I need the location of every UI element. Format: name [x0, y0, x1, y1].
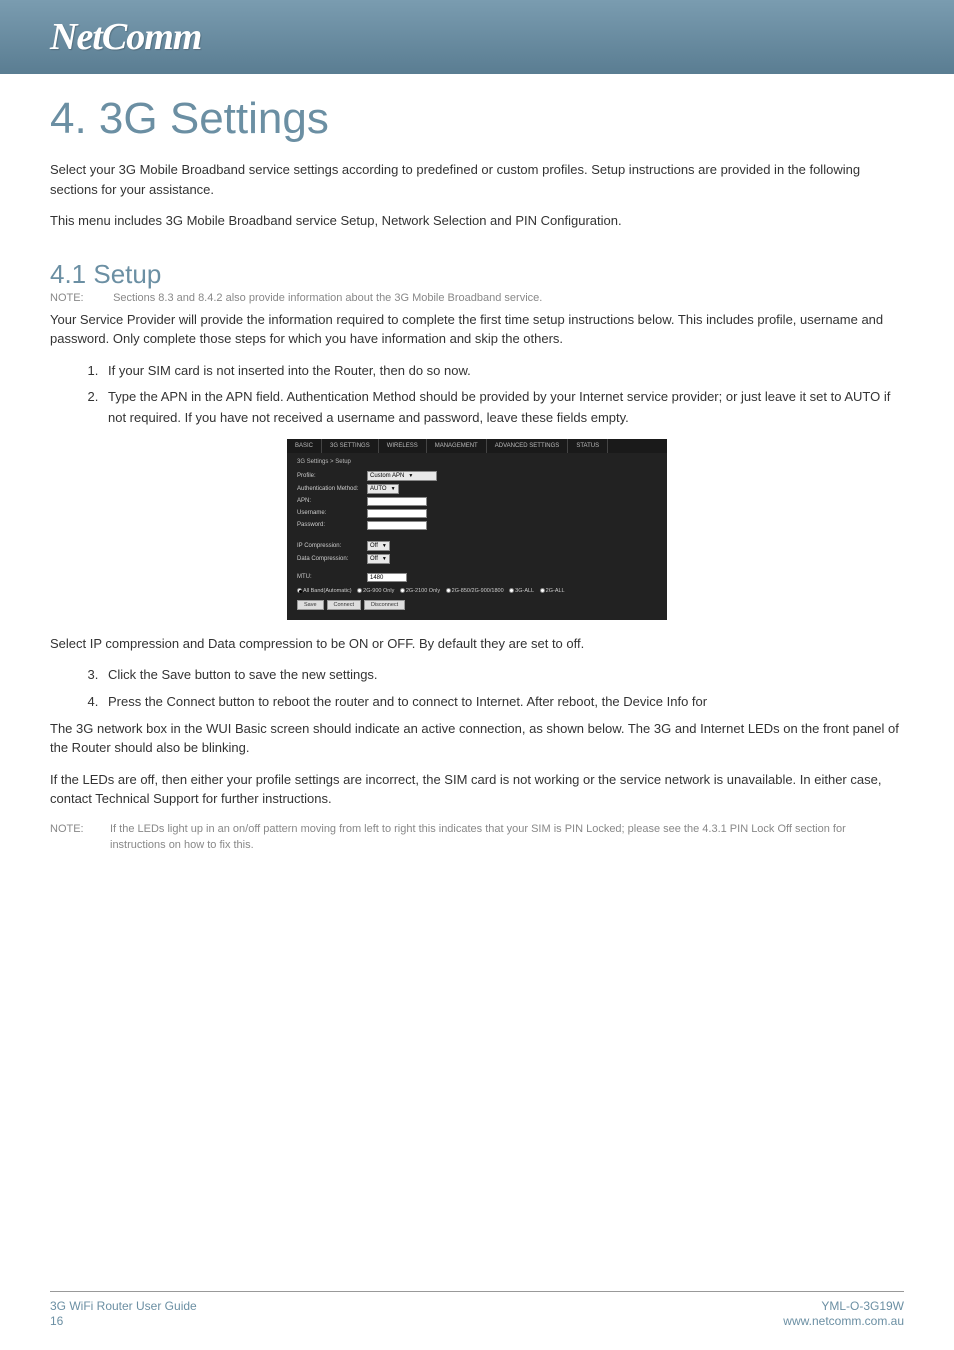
- step-1: If your SIM card is not inserted into th…: [102, 361, 904, 382]
- step-2: Type the APN in the APN field. Authentic…: [102, 387, 904, 429]
- section-heading: 4.1 Setup: [50, 259, 904, 290]
- page-footer: 3G WiFi Router User Guide 16 YML-O-3G19W…: [0, 1299, 954, 1330]
- username-label: Username:: [297, 510, 367, 516]
- tab-wireless: WIRELESS: [379, 439, 427, 453]
- apn-label: APN:: [297, 498, 367, 504]
- footer-doc-title: 3G WiFi Router User Guide: [50, 1299, 197, 1315]
- section-para-4: If the LEDs are off, then either your pr…: [50, 770, 904, 809]
- datacomp-select: Off▼: [367, 554, 390, 564]
- section-para-2: Select IP compression and Data compressi…: [50, 634, 904, 654]
- radio-icon: [400, 588, 405, 593]
- screenshot-breadcrumb: 3G Settings > Setup: [297, 459, 657, 465]
- embedded-screenshot-wrap: BASIC 3G SETTINGS WIRELESS MANAGEMENT AD…: [50, 439, 904, 620]
- brand-header: NetComm: [0, 0, 954, 74]
- tab-status: STATUS: [568, 439, 608, 453]
- intro-paragraph-1: Select your 3G Mobile Broadband service …: [50, 160, 904, 199]
- footer-right: YML-O-3G19W www.netcomm.com.au: [783, 1299, 904, 1330]
- note-2: NOTE:If the LEDs light up in an on/off p…: [50, 821, 904, 854]
- page-title: 4. 3G Settings: [50, 94, 904, 144]
- save-button-fig: Save: [297, 600, 324, 610]
- screenshot-buttons: Save Connect Disconnect: [297, 600, 657, 610]
- page-content: 4. 3G Settings Select your 3G Mobile Bro…: [0, 74, 954, 854]
- router-ui-screenshot: BASIC 3G SETTINGS WIRELESS MANAGEMENT AD…: [287, 439, 667, 620]
- footer-url: www.netcomm.com.au: [783, 1314, 904, 1330]
- section-para-1: Your Service Provider will provide the i…: [50, 310, 904, 349]
- brand-logo: NetComm: [50, 15, 201, 59]
- footer-divider: [50, 1291, 904, 1292]
- auth-select: AUTO▼: [367, 484, 399, 494]
- radio-icon: [509, 588, 514, 593]
- tab-3g-settings: 3G SETTINGS: [322, 439, 379, 453]
- radio-icon: [540, 588, 545, 593]
- disconnect-button-fig: Disconnect: [364, 600, 405, 610]
- note-label-2: NOTE:: [50, 821, 110, 838]
- profile-select: Custom APN▼: [367, 471, 437, 481]
- intro-paragraph-2: This menu includes 3G Mobile Broadband s…: [50, 211, 904, 231]
- radio-icon: [446, 588, 451, 593]
- tab-advanced: ADVANCED SETTINGS: [487, 439, 569, 453]
- note-label: NOTE:: [50, 292, 110, 304]
- footer-left: 3G WiFi Router User Guide 16: [50, 1299, 197, 1330]
- ipcomp-label: IP Compression:: [297, 543, 367, 549]
- note-1: NOTE: Sections 8.3 and 8.4.2 also provid…: [50, 292, 904, 304]
- password-input: [367, 521, 427, 530]
- screenshot-tabs: BASIC 3G SETTINGS WIRELESS MANAGEMENT AD…: [287, 439, 667, 453]
- radio-icon: [297, 588, 302, 593]
- auth-label: Authentication Method:: [297, 486, 367, 492]
- ordered-steps-a: If your SIM card is not inserted into th…: [102, 361, 904, 429]
- radio-icon: [357, 588, 362, 593]
- step-4: Press the Connect button to reboot the r…: [102, 692, 904, 713]
- password-label: Password:: [297, 522, 367, 528]
- ordered-steps-b: Click the Save button to save the new se…: [102, 665, 904, 713]
- tab-management: MANAGEMENT: [427, 439, 487, 453]
- ipcomp-select: Off▼: [367, 541, 390, 551]
- note-text: Sections 8.3 and 8.4.2 also provide info…: [113, 292, 542, 304]
- band-radios: All Band(Automatic) 2G-900 Only 2G-2100 …: [297, 588, 657, 594]
- step-3: Click the Save button to save the new se…: [102, 665, 904, 686]
- note-text-2: If the LEDs light up in an on/off patter…: [110, 821, 900, 854]
- profile-label: Profile:: [297, 473, 367, 479]
- datacomp-label: Data Compression:: [297, 556, 367, 562]
- section-para-3: The 3G network box in the WUI Basic scre…: [50, 719, 904, 758]
- footer-page-number: 16: [50, 1314, 197, 1330]
- username-input: [367, 509, 427, 518]
- connect-button-fig: Connect: [327, 600, 362, 610]
- footer-model: YML-O-3G19W: [783, 1299, 904, 1315]
- screenshot-body: 3G Settings > Setup Profile: Custom APN▼…: [287, 453, 667, 620]
- mtu-label: MTU:: [297, 574, 367, 580]
- apn-input: [367, 497, 427, 506]
- mtu-input: 1480: [367, 573, 407, 582]
- tab-basic: BASIC: [287, 439, 322, 453]
